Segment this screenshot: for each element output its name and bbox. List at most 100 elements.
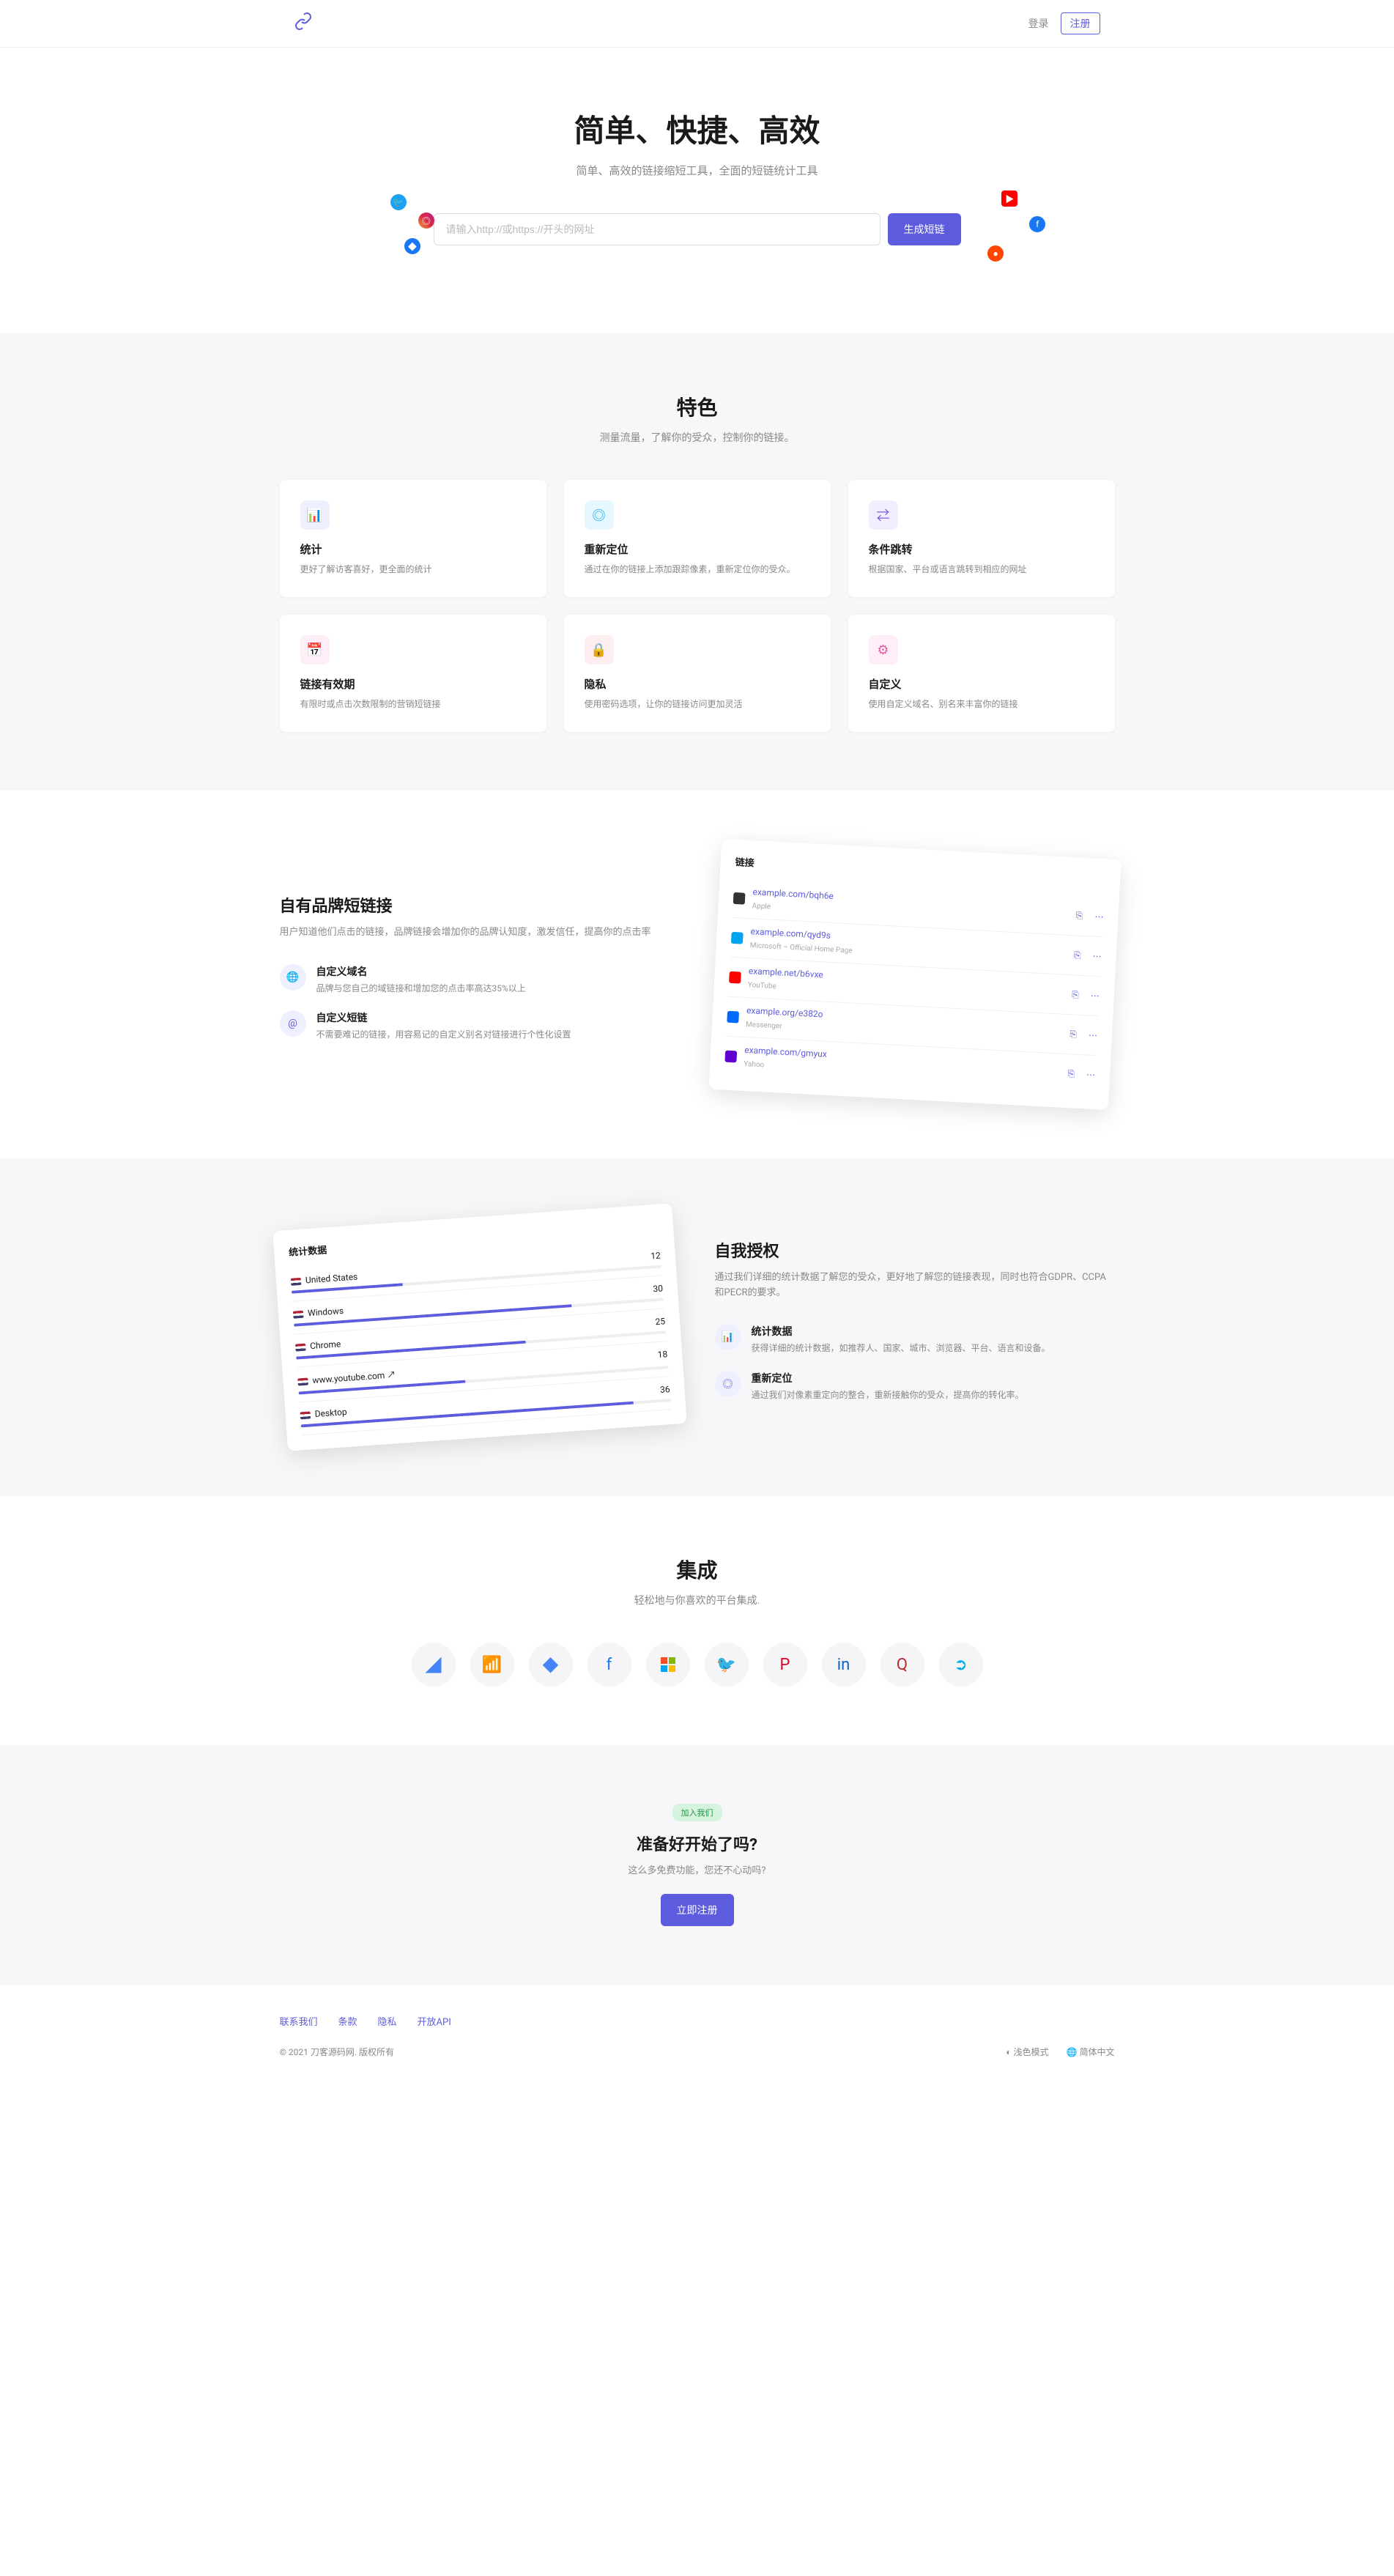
target-icon: ◎ [715, 1371, 741, 1397]
footer-link-api[interactable]: 开放API [418, 2014, 451, 2028]
integrations-section: 集成 轻松地与你喜欢的平台集成. ◢ 📶 ◆ f 🐦 P in Q ➲ [0, 1496, 1394, 1745]
stat-label: United States [290, 1272, 357, 1287]
mock-link-name: Microsoft – Official Home Page [749, 942, 852, 955]
more-icon[interactable]: ⋯ [1086, 1069, 1095, 1082]
calendar-icon: 📅 [300, 635, 330, 665]
brand-favicon-icon [730, 932, 743, 944]
copy-icon[interactable]: ⎘ [1071, 990, 1078, 1001]
feature-title: 隐私 [585, 676, 810, 692]
google-analytics-icon[interactable]: 📶 [470, 1643, 514, 1687]
feat-desc: 不需要难记的链接，用容易记的自定义别名对链接进行个性化设置 [316, 1028, 571, 1042]
feat-desc: 通过我们对像素重定向的整合，重新接触你的受众，提高你的转化率。 [752, 1388, 1024, 1402]
pinterest-icon[interactable]: P [763, 1643, 807, 1687]
mock-link-name: Messenger [745, 1021, 782, 1031]
lock-icon: 🔒 [585, 635, 614, 665]
feature-desc: 通过在你的链接上添加跟踪像素，重新定位你的受众。 [585, 563, 810, 577]
feature-title: 自定义 [869, 676, 1094, 692]
google-tag-icon[interactable]: ◆ [529, 1643, 573, 1687]
stat-label: Chrome [294, 1339, 341, 1352]
login-link[interactable]: 登录 [1028, 16, 1049, 31]
instagram-icon: ◎ [418, 212, 434, 229]
feat-title: 重新定位 [752, 1371, 1024, 1385]
google-ads-icon[interactable]: ◢ [412, 1643, 456, 1687]
more-icon[interactable]: ⋯ [1092, 950, 1102, 963]
flag-icon [297, 1378, 308, 1386]
copy-icon[interactable]: ⎘ [1069, 1029, 1076, 1040]
brand-favicon-icon [724, 1050, 737, 1062]
brand-desc: 用户知道他们点击的链接，品牌链接会增加你的品牌认知度，激发信任，提高你的点击率 [280, 925, 680, 941]
quora-icon[interactable]: Q [880, 1643, 924, 1687]
register-button[interactable]: 注册 [1061, 12, 1100, 34]
features-title: 特色 [280, 392, 1115, 421]
twitter-icon[interactable]: 🐦 [705, 1643, 749, 1687]
cta-section: 加入我们 准备好开始了吗? 这么多免费功能，您还不心动吗? 立即注册 [0, 1745, 1394, 1985]
adroll-icon[interactable]: ➲ [939, 1643, 983, 1687]
feature-desc: 根据国家、平台或语言跳转到相应的网址 [869, 563, 1094, 577]
mock-link-name: YouTube [747, 981, 776, 991]
mock-link-name: Yahoo [743, 1060, 764, 1069]
feature-title: 链接有效期 [300, 676, 526, 692]
chart-icon: 📊 [300, 500, 330, 530]
hero-section: 简单、快捷、高效 简单、高效的链接缩短工具，全面的短链统计工具 生成短链 🐦 ◎… [0, 48, 1394, 333]
microsoft-icon[interactable] [646, 1643, 690, 1687]
gear-icon: ⚙ [869, 635, 898, 665]
language-toggle[interactable]: 🌐 简体中文 [1067, 2046, 1115, 2058]
at-icon: @ [280, 1010, 306, 1037]
facebook-icon[interactable]: f [587, 1643, 631, 1687]
links-mock-card: 链接 example.com/bqh6eApple ⎘ ⋯ example.co… [708, 839, 1121, 1110]
stat-value: 25 [655, 1317, 665, 1328]
copy-icon[interactable]: ⎘ [1075, 911, 1083, 922]
url-input[interactable] [434, 213, 880, 245]
external-link-icon: ↗ [386, 1370, 396, 1381]
copy-icon[interactable]: ⎘ [1073, 950, 1080, 961]
target-icon: ◎ [585, 500, 614, 530]
more-icon[interactable]: ⋯ [1088, 1029, 1097, 1043]
footer-link-contact[interactable]: 联系我们 [280, 2014, 318, 2028]
empower-section: 统计数据 United States12 Windows30 Chrome25 … [0, 1158, 1394, 1496]
cta-title: 准备好开始了吗? [280, 1832, 1115, 1855]
dropbox-icon: ◆ [404, 238, 420, 254]
reddit-icon: ● [987, 245, 1004, 262]
chart-icon: 📊 [715, 1324, 741, 1350]
feature-card-privacy: 🔒 隐私 使用密码选项，让你的链接访问更加灵活 [564, 615, 831, 732]
cta-badge: 加入我们 [672, 1804, 722, 1821]
cta-desc: 这么多免费功能，您还不心动吗? [280, 1862, 1115, 1876]
stat-label: Desktop [300, 1407, 347, 1420]
theme-toggle[interactable]: ◐ 浅色模式 [1006, 2046, 1048, 2058]
brand-favicon-icon [727, 1011, 739, 1024]
copy-icon[interactable]: ⎘ [1067, 1068, 1075, 1079]
shorten-button[interactable]: 生成短链 [888, 213, 961, 245]
feat-title: 自定义短链 [316, 1010, 571, 1025]
more-icon[interactable]: ⋯ [1090, 990, 1100, 1003]
twitter-icon: 🐦 [390, 194, 407, 210]
brand-favicon-icon [733, 892, 745, 905]
feature-desc: 使用自定义域名、别名来丰富你的链接 [869, 697, 1094, 711]
stat-value: 30 [652, 1284, 662, 1295]
more-icon[interactable]: ⋯ [1094, 911, 1103, 924]
feature-card-retarget: ◎ 重新定位 通过在你的链接上添加跟踪像素，重新定位你的受众。 [564, 480, 831, 597]
stat-value: 12 [650, 1251, 660, 1262]
feature-card-expiry: 📅 链接有效期 有限时或点击次数限制的营销短链接 [280, 615, 546, 732]
integrations-subtitle: 轻松地与你喜欢的平台集成. [280, 1593, 1115, 1607]
feature-desc: 更好了解访客喜好，更全面的统计 [300, 563, 526, 577]
feature-title: 统计 [300, 541, 526, 557]
footer-link-privacy[interactable]: 隐私 [378, 2014, 397, 2028]
logo[interactable] [294, 12, 312, 34]
footer: 联系我们 条款 隐私 开放API © 2021 刀客源码网. 版权所有 ◐ 浅色… [0, 1985, 1394, 2087]
brand-section: 自有品牌短链接 用户知道他们点击的链接，品牌链接会增加你的品牌认知度，激发信任，… [0, 791, 1394, 1158]
linkedin-icon[interactable]: in [822, 1643, 866, 1687]
facebook-icon: f [1029, 216, 1045, 232]
cta-register-button[interactable]: 立即注册 [661, 1894, 734, 1926]
copyright: © 2021 刀客源码网. 版权所有 [280, 2046, 395, 2058]
feature-card-redirect: ⇄ 条件跳转 根据国家、平台或语言跳转到相应的网址 [848, 480, 1115, 597]
redirect-icon: ⇄ [869, 500, 898, 530]
footer-link-terms[interactable]: 条款 [338, 2014, 357, 2028]
stat-label: Windows [292, 1306, 344, 1320]
feature-title: 条件跳转 [869, 541, 1094, 557]
empower-desc: 通过我们详细的统计数据了解您的受众，更好地了解您的链接表现，同时也符合GDPR、… [715, 1270, 1115, 1301]
empower-title: 自我授权 [715, 1238, 1115, 1262]
navbar: 登录 注册 [0, 0, 1394, 48]
hero-subtitle: 简单、高效的链接缩短工具，全面的短链统计工具 [15, 163, 1379, 178]
flag-icon [300, 1412, 311, 1420]
feat-desc: 品牌与您自己的域链接和增加您的点击率高达35%以上 [316, 982, 526, 996]
